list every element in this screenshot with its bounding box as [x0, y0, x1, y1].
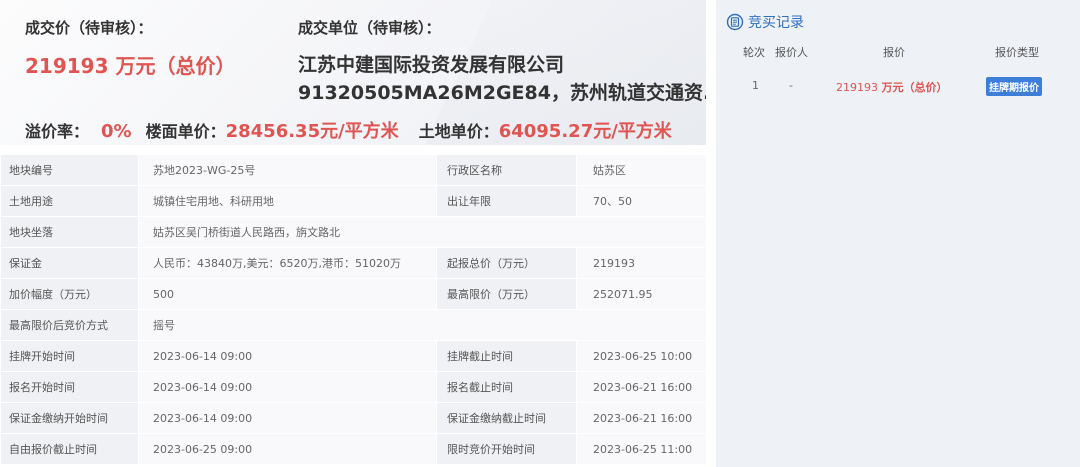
bid-record-header: 竞买记录 [726, 12, 804, 32]
premium-value: 0% [101, 121, 132, 142]
field-value: 姑苏区吴门桥街道人民路西，旃文路北 [138, 216, 707, 248]
field-label: 行政区名称 [436, 154, 577, 186]
field-value: 城镇住宅用地、科研用地 [138, 185, 437, 217]
field-label: 地块编号 [0, 154, 139, 186]
column-bidder: 报价人 [775, 46, 808, 59]
table-row: 挂牌开始时间 2023-06-14 09:00 挂牌截止时间 2023-06-2… [0, 340, 707, 372]
field-value: 500 [138, 278, 437, 310]
field-label: 挂牌截止时间 [436, 340, 577, 372]
field-value: 2023-06-14 09:00 [138, 371, 437, 403]
table-row: 自由报价截止时间 2023-06-25 09:00 限时竞价开始时间 2023-… [0, 433, 707, 465]
company-name: 江苏中建国际投资发展有限公司 [298, 54, 565, 76]
field-value: 2023-06-14 09:00 [138, 340, 437, 372]
field-value: 苏地2023-WG-25号 [138, 154, 437, 186]
field-value: 2023-06-25 10:00 [576, 340, 707, 372]
bid-record-title: 竞买记录 [748, 15, 804, 31]
field-value: 2023-06-14 09:00 [138, 402, 437, 434]
field-label: 起报总价（万元） [436, 247, 577, 279]
field-label: 出让年限 [436, 185, 577, 217]
field-label: 保证金缴纳截止时间 [436, 402, 577, 434]
field-value: 摇号 [138, 309, 707, 341]
column-type: 报价类型 [995, 46, 1039, 59]
floor-price-label: 楼面单价： [145, 122, 226, 141]
field-label: 加价幅度（万元） [0, 278, 139, 310]
land-price-value: 64095.27元/平方米 [498, 121, 672, 142]
deal-price-label: 成交价（待审核）： [25, 19, 153, 37]
table-row: 地块坐落 姑苏区吴门桥街道人民路西，旃文路北 [0, 216, 707, 248]
field-label: 挂牌开始时间 [0, 340, 139, 372]
bid-bidder: - [789, 79, 793, 92]
table-row: 保证金 人民币：43840万,美元：6520万,港币：51020万 起报总价（万… [0, 247, 707, 279]
field-label: 自由报价截止时间 [0, 433, 139, 465]
bid-round: 1 [752, 79, 759, 92]
field-label: 限时竞价开始时间 [436, 433, 577, 465]
field-value: 219193 [576, 247, 707, 279]
field-value: 2023-06-25 09:00 [138, 433, 437, 465]
field-label: 报名截止时间 [436, 371, 577, 403]
field-label: 最高限价（万元） [436, 278, 577, 310]
bid-price: 219193 万元（总价） [836, 81, 948, 94]
field-value: 2023-06-21 16:00 [576, 371, 707, 403]
document-icon [726, 13, 744, 31]
bid-type-badge: 挂牌期报价 [986, 77, 1042, 96]
field-label: 土地用途 [0, 185, 139, 217]
field-value: 70、50 [576, 185, 707, 217]
field-label: 最高限价后竞价方式 [0, 309, 139, 341]
table-row: 加价幅度（万元） 500 最高限价（万元） 252071.95 [0, 278, 707, 310]
field-value: 姑苏区 [576, 154, 707, 186]
column-price: 报价 [883, 46, 905, 59]
deal-price-value: 219193 万元（总价） [25, 54, 236, 78]
deal-summary: 成交价（待审核）： 219193 万元（总价） 成交单位（待审核）： 江苏中建国… [0, 0, 706, 145]
table-row: 保证金缴纳开始时间 2023-06-14 09:00 保证金缴纳截止时间 202… [0, 402, 707, 434]
column-round: 轮次 [743, 46, 765, 59]
table-row: 最高限价后竞价方式 摇号 [0, 309, 707, 341]
deal-unit-label: 成交单位（待审核）： [298, 19, 441, 37]
premium-label: 溢价率： [25, 122, 90, 141]
floor-price-value: 28456.35元/平方米 [225, 121, 399, 142]
table-row: 地块编号 苏地2023-WG-25号 行政区名称 姑苏区 [0, 154, 707, 186]
field-label: 保证金 [0, 247, 139, 279]
land-price-label: 土地单价： [418, 122, 499, 141]
field-label: 保证金缴纳开始时间 [0, 402, 139, 434]
field-value: 人民币：43840万,美元：6520万,港币：51020万 [138, 247, 437, 279]
price-metrics: 溢价率： 0% 楼面单价：28456.35元/平方米 土地单价：64095.27元/平… [25, 117, 672, 143]
field-label: 报名开始时间 [0, 371, 139, 403]
table-row: 土地用途 城镇住宅用地、科研用地 出让年限 70、50 [0, 185, 707, 217]
table-row: 报名开始时间 2023-06-14 09:00 报名截止时间 2023-06-2… [0, 371, 707, 403]
bid-record-panel: 竞买记录 轮次 报价人 报价 报价类型 1 - 219193 万元（总价） 挂牌… [716, 0, 1080, 467]
field-value: 252071.95 [576, 278, 707, 310]
company-credit-code: 91320505MA26M2GE84，苏州轨道交通资... [298, 82, 706, 104]
field-value: 2023-06-21 16:00 [576, 402, 707, 434]
field-label: 地块坐落 [0, 216, 139, 248]
land-info-table: 地块编号 苏地2023-WG-25号 行政区名称 姑苏区 土地用途 城镇住宅用地… [0, 154, 707, 465]
field-value: 2023-06-25 11:00 [576, 433, 707, 465]
